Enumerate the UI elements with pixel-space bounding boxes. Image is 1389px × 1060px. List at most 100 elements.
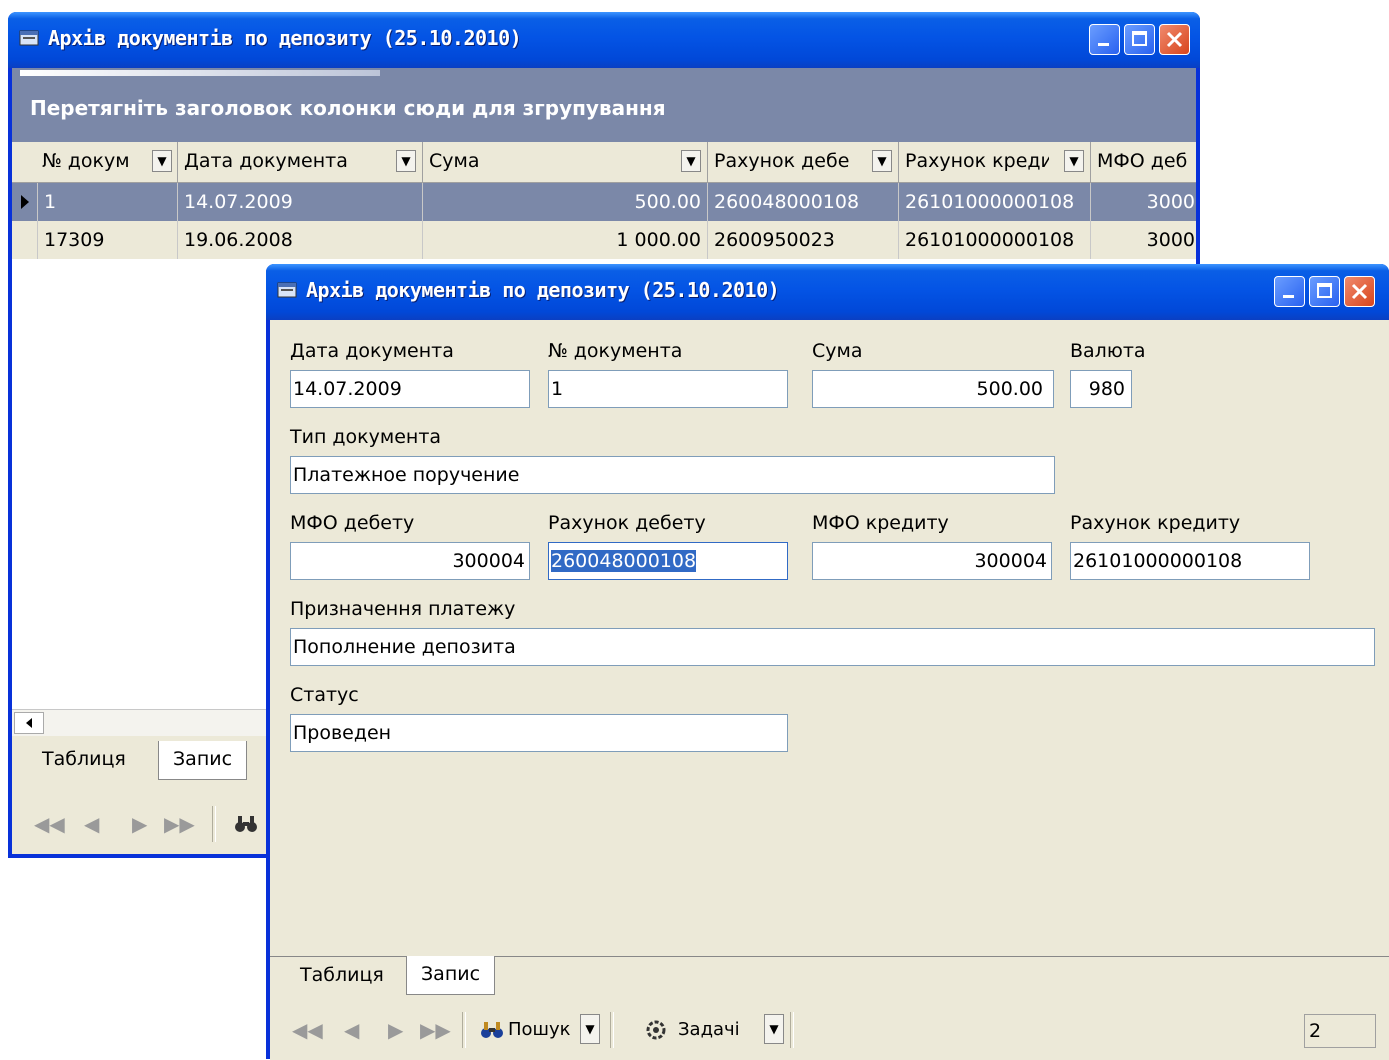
date-field[interactable]: 14.07.2009 <box>290 370 530 408</box>
search-label: Пошук <box>508 1019 571 1040</box>
doc-type-field[interactable]: Платежное поручение <box>290 456 1055 494</box>
cell-credit-account: 26101000000108 <box>899 221 1091 259</box>
binoculars-icon <box>481 1022 503 1038</box>
purpose-field[interactable]: Пополнение депозита <box>290 628 1375 666</box>
close-icon <box>1166 31 1183 48</box>
archive-app-icon <box>19 30 39 46</box>
cell-date: 19.06.2008 <box>178 221 423 259</box>
record-counter: 2 <box>1304 1014 1376 1048</box>
group-by-area[interactable]: Перетягніть заголовок колонки сюди для з… <box>12 68 1196 142</box>
next-record-icon[interactable]: ▶ <box>132 812 147 836</box>
credit-account-field[interactable]: 26101000000108 <box>1070 542 1310 580</box>
status-field[interactable]: Проведен <box>290 714 788 752</box>
column-header-label: Рахунок креди <box>905 150 1049 172</box>
next-record-icon[interactable]: ▶ <box>388 1018 403 1042</box>
debit-account-field[interactable]: 260048000108 <box>548 542 788 580</box>
tasks-gear-icon <box>646 1020 666 1040</box>
front-view-tabs: Таблиця Запис <box>270 956 1389 997</box>
close-button[interactable] <box>1159 24 1190 55</box>
back-window-titlebar[interactable]: Архів документів по депозиту (25.10.2010… <box>8 12 1200 68</box>
column-filter-button[interactable]: ▼ <box>1064 150 1084 172</box>
tab-table[interactable]: Таблиця <box>28 741 140 779</box>
column-header-sum[interactable]: Сума ▼ <box>423 142 708 182</box>
currency-field[interactable]: 980 <box>1070 370 1132 408</box>
cell-sum: 500.00 <box>423 183 708 221</box>
last-record-icon[interactable]: ▶▶ <box>164 812 195 836</box>
tab-record[interactable]: Запис <box>158 741 248 780</box>
column-header-num[interactable]: № докум ▼ <box>12 142 178 182</box>
archive-app-icon <box>277 282 297 298</box>
tasks-label: Задачі <box>678 1019 740 1040</box>
column-header-label: № докум <box>42 150 130 172</box>
tab-table[interactable]: Таблиця <box>286 957 398 995</box>
group-bar-tab <box>20 70 380 76</box>
row-indicator <box>12 183 38 221</box>
cell-debit-account: 2600950023 <box>708 221 899 259</box>
front-window: Архів документів по депозиту (25.10.2010… <box>266 264 1389 1060</box>
cell-num: 17309 <box>38 221 178 259</box>
purpose-label: Призначення платежу <box>290 598 516 620</box>
toolbar-separator <box>462 1012 466 1048</box>
binoculars-icon[interactable] <box>234 814 258 834</box>
cell-date: 14.07.2009 <box>178 183 423 221</box>
cell-credit-account: 26101000000108 <box>899 183 1091 221</box>
column-filter-button[interactable]: ▼ <box>152 150 172 172</box>
doc-type-label: Тип документа <box>290 426 442 448</box>
doc-number-field[interactable]: 1 <box>548 370 788 408</box>
front-window-client: Дата документа 14.07.2009 № документа 1 … <box>270 320 1389 1060</box>
status-label: Статус <box>290 684 359 706</box>
row-indicator <box>12 221 38 259</box>
prev-record-icon[interactable]: ◀ <box>344 1018 359 1042</box>
column-filter-button[interactable]: ▼ <box>396 150 416 172</box>
group-hint: Перетягніть заголовок колонки сюди для з… <box>30 96 666 120</box>
column-header-credit-account[interactable]: Рахунок креди ▼ <box>899 142 1091 182</box>
tasks-dropdown-button[interactable]: ▼ <box>764 1014 784 1044</box>
column-header-label: МФО деб <box>1097 150 1188 172</box>
grid-header: № докум ▼ Дата документа ▼ Сума ▼ Рахуно… <box>12 142 1196 183</box>
maximize-button[interactable] <box>1124 24 1155 55</box>
cell-num: 1 <box>38 183 178 221</box>
currency-label: Валюта <box>1070 340 1146 362</box>
column-header-date[interactable]: Дата документа ▼ <box>178 142 423 182</box>
last-record-icon[interactable]: ▶▶ <box>420 1018 451 1042</box>
doc-number-label: № документа <box>548 340 683 362</box>
prev-record-icon[interactable]: ◀ <box>84 812 99 836</box>
minimize-button[interactable] <box>1089 24 1120 55</box>
toolbar-separator <box>790 1012 794 1048</box>
close-icon <box>1351 283 1368 300</box>
tab-record[interactable]: Запис <box>406 956 496 995</box>
back-window-title: Архів документів по депозиту (25.10.2010… <box>48 26 522 50</box>
credit-account-label: Рахунок кредиту <box>1070 512 1241 534</box>
debit-account-selected-text: 260048000108 <box>551 550 697 572</box>
column-filter-button[interactable]: ▼ <box>681 150 701 172</box>
front-window-title: Архів документів по депозиту (25.10.2010… <box>306 278 780 302</box>
cell-mfo-debit: 3000 <box>1146 191 1195 213</box>
mfo-credit-field[interactable]: 300004 <box>812 542 1052 580</box>
front-nav-toolbar: ◀◀ ◀ ▶ ▶▶ Пошук ▼ Задачі ▼ 2 <box>270 1000 1389 1060</box>
scroll-left-button[interactable] <box>14 712 44 734</box>
scroll-left-icon <box>26 718 32 728</box>
maximize-button[interactable] <box>1309 276 1340 307</box>
front-window-titlebar[interactable]: Архів документів по депозиту (25.10.2010… <box>266 264 1389 320</box>
table-row[interactable]: 17309 19.06.2008 1 000.00 2600950023 261… <box>12 221 1196 259</box>
column-header-label: Рахунок дебе <box>714 150 850 172</box>
toolbar-separator <box>610 1012 614 1048</box>
cell-sum: 1 000.00 <box>423 221 708 259</box>
mfo-debit-field[interactable]: 300004 <box>290 542 530 580</box>
sum-field[interactable]: 500.00 <box>812 370 1054 408</box>
column-header-debit-account[interactable]: Рахунок дебе ▼ <box>708 142 899 182</box>
search-dropdown-button[interactable]: ▼ <box>580 1014 600 1044</box>
minimize-button[interactable] <box>1274 276 1305 307</box>
first-record-icon[interactable]: ◀◀ <box>34 812 65 836</box>
column-header-mfo-debit[interactable]: МФО деб <box>1091 142 1201 182</box>
toolbar-separator <box>212 806 216 842</box>
close-button[interactable] <box>1344 276 1375 307</box>
sum-label: Сума <box>812 340 863 362</box>
column-filter-button[interactable]: ▼ <box>872 150 892 172</box>
first-record-icon[interactable]: ◀◀ <box>292 1018 323 1042</box>
date-label: Дата документа <box>290 340 454 362</box>
cell-mfo-debit: 3000 <box>1146 229 1195 251</box>
table-row[interactable]: 1 14.07.2009 500.00 260048000108 2610100… <box>12 183 1196 221</box>
mfo-debit-label: МФО дебету <box>290 512 415 534</box>
current-row-arrow-icon <box>21 195 29 209</box>
